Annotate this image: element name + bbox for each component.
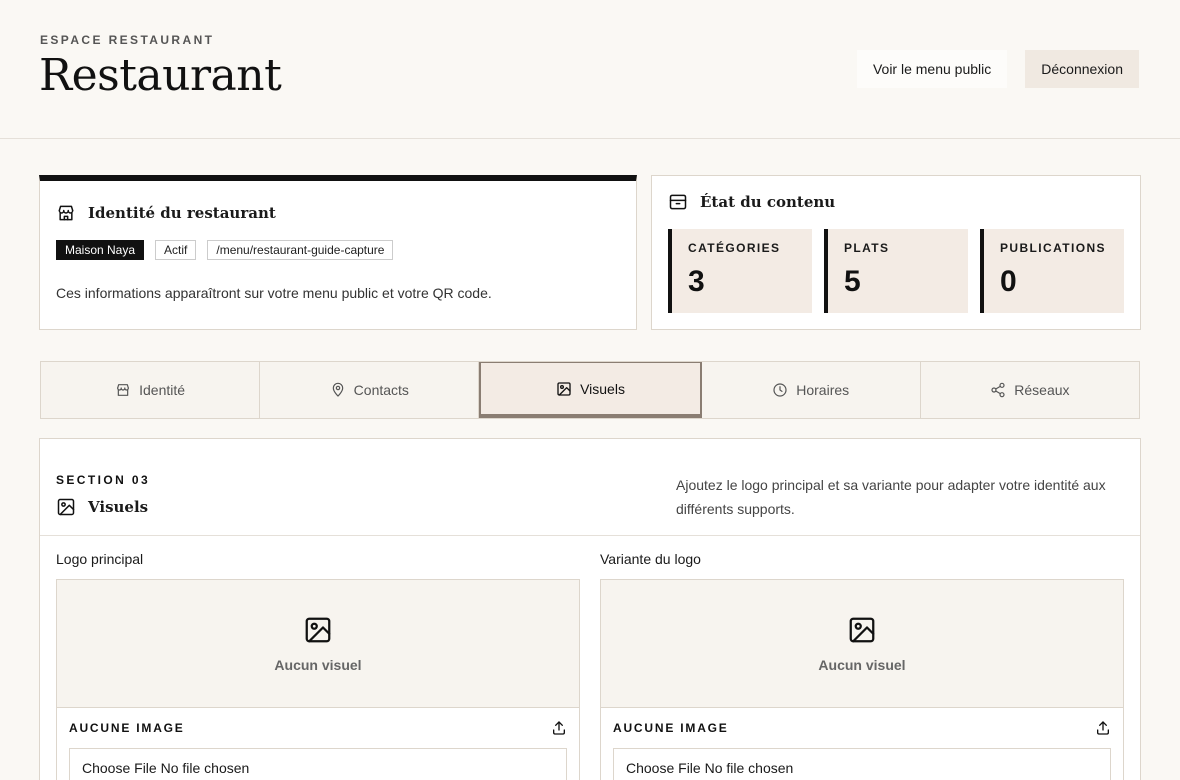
preview-empty-text: Aucun visuel bbox=[274, 656, 362, 673]
field-label: Variante du logo bbox=[600, 551, 701, 567]
upload-bar: AUCUNE IMAGE bbox=[601, 708, 1123, 748]
section-tabs: Identité Contacts Visuels Horaires Résea… bbox=[40, 361, 1140, 419]
section-header: SECTION 03 Visuels Ajoutez le logo princ… bbox=[40, 439, 1140, 536]
stat-dishes: PLATS 5 bbox=[824, 229, 968, 313]
menu-url-badge: /menu/restaurant-guide-capture bbox=[207, 240, 394, 260]
file-input-wrap: Choose File No file chosen bbox=[57, 748, 579, 780]
tab-label: Contacts bbox=[353, 382, 409, 398]
upload-bar: AUCUNE IMAGE bbox=[57, 708, 579, 748]
tab-contacts[interactable]: Contacts bbox=[260, 362, 480, 418]
page-header: ESPACE RESTAURANT Restaurant Voir le men… bbox=[0, 0, 1180, 139]
image-icon bbox=[56, 497, 76, 517]
stat-label: PLATS bbox=[844, 241, 890, 255]
identity-card: Identité du restaurant Maison Naya Actif… bbox=[39, 175, 637, 330]
header-eyebrow: ESPACE RESTAURANT bbox=[40, 33, 215, 47]
stat-publications: PUBLICATIONS 0 bbox=[980, 229, 1124, 313]
stat-value: 5 bbox=[844, 265, 861, 298]
stat-label: PUBLICATIONS bbox=[1000, 241, 1106, 255]
upload-box: Aucun visuel AUCUNE IMAGE Choose File No… bbox=[600, 579, 1124, 780]
tab-label: Horaires bbox=[796, 382, 850, 398]
tab-visuels[interactable]: Visuels bbox=[479, 362, 702, 418]
tab-label: Visuels bbox=[580, 380, 625, 397]
share-icon bbox=[990, 382, 1006, 398]
public-menu-button[interactable]: Voir le menu public bbox=[856, 50, 1008, 88]
section-eyebrow: SECTION 03 bbox=[56, 473, 151, 487]
stats-row: CATÉGORIES 3 PLATS 5 PUBLICATIONS 0 bbox=[668, 229, 1124, 313]
tab-identite[interactable]: Identité bbox=[41, 362, 261, 418]
header-actions: Voir le menu public Déconnexion bbox=[856, 50, 1139, 88]
restaurant-name-badge: Maison Naya bbox=[56, 240, 145, 260]
upload-status-label: AUCUNE IMAGE bbox=[613, 721, 729, 735]
tab-reseaux[interactable]: Réseaux bbox=[921, 362, 1139, 418]
field-label: Logo principal bbox=[56, 551, 144, 567]
content-status-card: État du contenu CATÉGORIES 3 PLATS 5 PUB… bbox=[651, 175, 1141, 330]
upload-status-label: AUCUNE IMAGE bbox=[69, 721, 185, 735]
upload-icon[interactable] bbox=[551, 720, 567, 736]
clock-icon bbox=[772, 382, 788, 398]
image-preview: Aucun visuel bbox=[57, 580, 579, 708]
file-input[interactable]: Choose File No file chosen bbox=[69, 748, 567, 780]
stat-value: 0 bbox=[1000, 265, 1017, 298]
section-title-text: Visuels bbox=[88, 498, 149, 516]
logo-variant-upload: Variante du logo Aucun visuel AUCUNE IMA… bbox=[600, 551, 1124, 780]
tab-label: Identité bbox=[139, 382, 186, 398]
file-input-wrap: Choose File No file chosen bbox=[601, 748, 1123, 780]
image-placeholder-icon bbox=[847, 615, 877, 645]
preview-empty-text: Aucun visuel bbox=[818, 656, 906, 673]
section-description: Ajoutez le logo principal et sa variante… bbox=[676, 477, 1106, 517]
stat-categories: CATÉGORIES 3 bbox=[668, 229, 812, 313]
stat-label: CATÉGORIES bbox=[688, 241, 781, 255]
inbox-icon bbox=[668, 192, 688, 212]
status-badge: Actif bbox=[155, 240, 197, 260]
stat-value: 3 bbox=[688, 265, 705, 298]
store-icon bbox=[115, 382, 131, 398]
map-pin-icon bbox=[330, 382, 346, 398]
tab-label: Réseaux bbox=[1014, 382, 1070, 398]
upload-icon[interactable] bbox=[1095, 720, 1111, 736]
identity-title-text: Identité du restaurant bbox=[88, 204, 276, 222]
visuals-section: SECTION 03 Visuels Ajoutez le logo princ… bbox=[39, 438, 1141, 780]
image-placeholder-icon bbox=[303, 615, 333, 645]
main-logo-upload: Logo principal Aucun visuel AUCUNE IMAGE… bbox=[56, 551, 580, 780]
store-icon bbox=[56, 203, 76, 223]
page-title: Restaurant bbox=[39, 50, 282, 101]
image-icon bbox=[556, 381, 572, 397]
identity-card-title: Identité du restaurant bbox=[56, 203, 276, 223]
logout-button[interactable]: Déconnexion bbox=[1025, 50, 1139, 88]
image-preview: Aucun visuel bbox=[601, 580, 1123, 708]
file-input[interactable]: Choose File No file chosen bbox=[613, 748, 1111, 780]
identity-chips: Maison Naya Actif /menu/restaurant-guide… bbox=[56, 240, 394, 260]
upload-box: Aucun visuel AUCUNE IMAGE Choose File No… bbox=[56, 579, 580, 780]
tab-horaires[interactable]: Horaires bbox=[702, 362, 921, 418]
status-card-title: État du contenu bbox=[668, 192, 835, 212]
section-title: Visuels bbox=[56, 497, 148, 517]
identity-description: Ces informations apparaîtront sur votre … bbox=[56, 285, 492, 301]
status-title-text: État du contenu bbox=[700, 193, 836, 211]
